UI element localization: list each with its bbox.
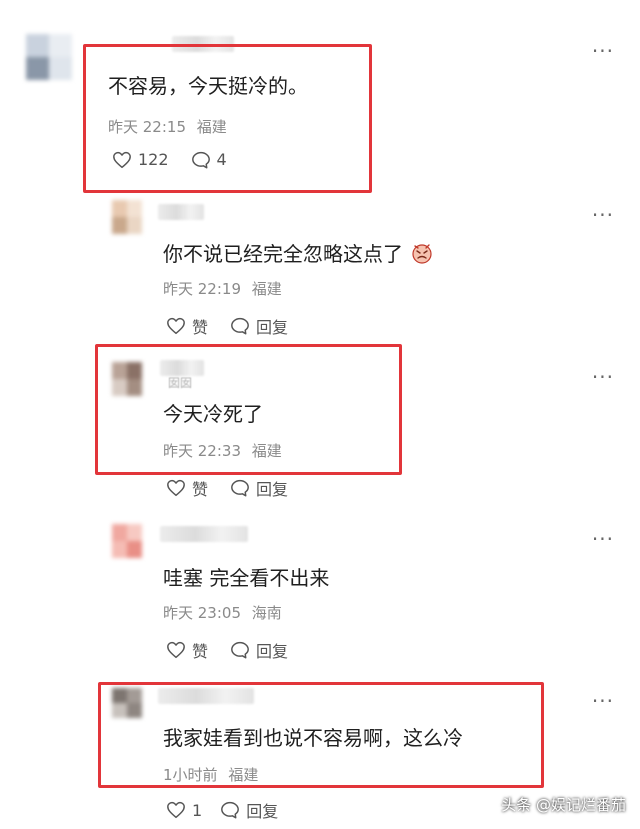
more-options-icon[interactable]: ··· bbox=[592, 205, 614, 225]
comment-bubble-icon bbox=[231, 479, 249, 497]
reply-button[interactable]: 回复 bbox=[230, 314, 288, 338]
comment-actions: 赞 回复 bbox=[166, 638, 310, 662]
comment-location: 福建 bbox=[196, 118, 227, 136]
heart-icon bbox=[167, 317, 185, 335]
reply-count: 4 bbox=[216, 150, 227, 169]
username-blurred[interactable] bbox=[172, 36, 234, 52]
comment-meta: 昨天 22:15 福建 bbox=[108, 116, 227, 137]
like-count: 1 bbox=[192, 800, 203, 820]
avatar[interactable] bbox=[112, 362, 142, 396]
avatar[interactable] bbox=[26, 34, 72, 80]
like-button[interactable]: 赞 bbox=[166, 476, 208, 500]
heart-icon bbox=[167, 479, 185, 497]
comment-time: 昨天 23:05 bbox=[163, 604, 241, 622]
comment-location: 福建 bbox=[251, 442, 282, 460]
comment-time: 1小时前 bbox=[163, 766, 218, 784]
like-label: 赞 bbox=[192, 318, 209, 337]
comment-text: 我家娃看到也说不容易啊，这么冷 bbox=[163, 726, 463, 750]
username-blurred[interactable] bbox=[160, 526, 248, 542]
like-button[interactable]: 赞 bbox=[166, 638, 208, 662]
reply-button[interactable]: 回复 bbox=[220, 798, 278, 822]
comment-bubble-icon bbox=[231, 317, 249, 335]
like-button[interactable]: 1 bbox=[166, 801, 202, 820]
comment-location: 福建 bbox=[251, 280, 282, 298]
more-options-icon[interactable]: ··· bbox=[592, 691, 614, 711]
username-blurred[interactable] bbox=[158, 688, 254, 704]
comment-meta: 1小时前 福建 bbox=[163, 764, 258, 785]
avatar[interactable] bbox=[112, 200, 142, 234]
reply-label: 回复 bbox=[256, 642, 289, 661]
reply-button[interactable]: 回复 bbox=[230, 638, 288, 662]
like-label: 赞 bbox=[192, 642, 209, 661]
more-options-icon[interactable]: ··· bbox=[592, 367, 614, 387]
comment-location: 福建 bbox=[228, 766, 259, 784]
watermark: 头条 @娱记烂番茄 bbox=[501, 796, 626, 814]
reply-label: 回复 bbox=[246, 802, 279, 821]
comment-text: 你不说已经完全忽略这点了 bbox=[163, 238, 433, 267]
reply-label: 回复 bbox=[256, 480, 289, 499]
comment-actions: 1 回复 bbox=[166, 798, 300, 822]
comment-location: 海南 bbox=[251, 604, 282, 622]
comment-meta: 昨天 22:33 福建 bbox=[163, 440, 282, 461]
comment-actions: 122 4 bbox=[112, 150, 249, 169]
comment-actions: 赞 回复 bbox=[166, 314, 310, 338]
comment-text: 不容易，今天挺冷的。 bbox=[108, 74, 308, 98]
reply-button[interactable]: 回复 bbox=[230, 476, 288, 500]
comment-bubble-icon bbox=[191, 151, 210, 169]
username-blurred[interactable] bbox=[158, 204, 204, 220]
heart-icon bbox=[167, 801, 185, 819]
comment-meta: 昨天 23:05 海南 bbox=[163, 602, 282, 623]
comment-actions: 赞 回复 bbox=[166, 476, 310, 500]
like-count: 122 bbox=[138, 150, 169, 169]
comment-bubble-icon bbox=[221, 801, 240, 819]
reply-button[interactable]: 4 bbox=[191, 150, 227, 169]
more-options-icon[interactable]: ··· bbox=[592, 41, 614, 61]
comment-text: 今天冷死了 bbox=[163, 402, 263, 426]
comment-text: 哇塞 完全看不出来 bbox=[163, 566, 330, 590]
heart-icon bbox=[167, 641, 185, 659]
avatar[interactable] bbox=[112, 688, 142, 718]
reply-label: 回复 bbox=[256, 318, 289, 337]
comment-time: 昨天 22:15 bbox=[108, 118, 186, 136]
comment-meta: 昨天 22:19 福建 bbox=[163, 278, 282, 299]
comment-bubble-icon bbox=[231, 641, 249, 659]
heart-icon bbox=[113, 151, 131, 168]
avatar[interactable] bbox=[112, 524, 142, 558]
comment-text-body: 你不说已经完全忽略这点了 bbox=[163, 242, 403, 266]
like-label: 赞 bbox=[192, 480, 209, 499]
face-icon bbox=[412, 244, 432, 264]
like-button[interactable]: 赞 bbox=[166, 314, 208, 338]
username-fragment: 囡囡 bbox=[168, 376, 193, 390]
comment-time: 昨天 22:19 bbox=[163, 280, 241, 298]
more-options-icon[interactable]: ··· bbox=[592, 529, 614, 549]
comment-time: 昨天 22:33 bbox=[163, 442, 241, 460]
like-button[interactable]: 122 bbox=[112, 150, 169, 169]
